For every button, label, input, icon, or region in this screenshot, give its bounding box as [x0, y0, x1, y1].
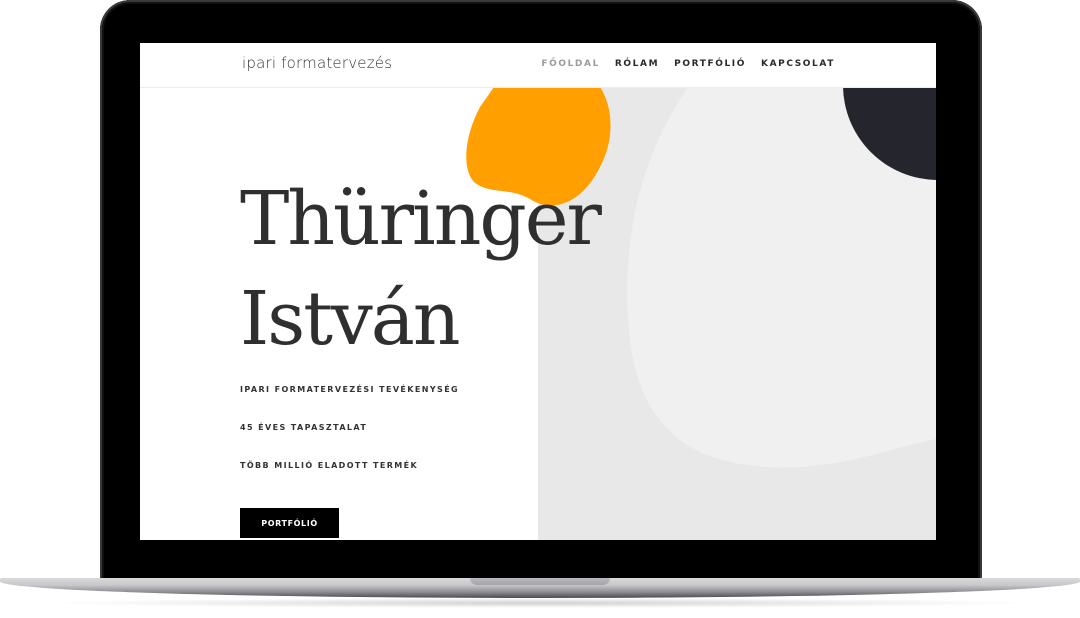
feature-item: 45 ÉVES TAPASZTALAT — [240, 423, 368, 432]
nav-item-home[interactable]: FŐOLDAL — [541, 59, 600, 69]
nav-item-about[interactable]: RÓLAM — [615, 59, 659, 69]
website-screen: ipari formatervezés FŐOLDAL RÓLAM PORTFÓ… — [140, 43, 936, 540]
laptop-notch — [470, 578, 610, 585]
portfolio-button[interactable]: PORTFÓLIÓ — [240, 508, 339, 538]
main-nav: FŐOLDAL RÓLAM PORTFÓLIÓ KAPCSOLAT — [541, 59, 835, 69]
feature-item: TÖBB MILLIÓ ELADOTT TERMÉK — [240, 461, 419, 470]
laptop-shadow — [40, 598, 1040, 608]
site-header: ipari formatervezés FŐOLDAL RÓLAM PORTFÓ… — [140, 43, 936, 88]
nav-item-contact[interactable]: KAPCSOLAT — [761, 59, 835, 69]
hero-name: Thüringer István — [240, 169, 602, 369]
hero-name-line2: István — [240, 276, 461, 362]
feature-list: IPARI FORMATERVEZÉSI TEVÉKENYSÉG 45 ÉVES… — [240, 383, 459, 497]
feature-item: IPARI FORMATERVEZÉSI TEVÉKENYSÉG — [240, 385, 460, 394]
nav-item-portfolio[interactable]: PORTFÓLIÓ — [674, 59, 746, 69]
site-logo[interactable]: ipari formatervezés — [242, 54, 392, 72]
hero-name-line1: Thüringer — [240, 176, 602, 262]
